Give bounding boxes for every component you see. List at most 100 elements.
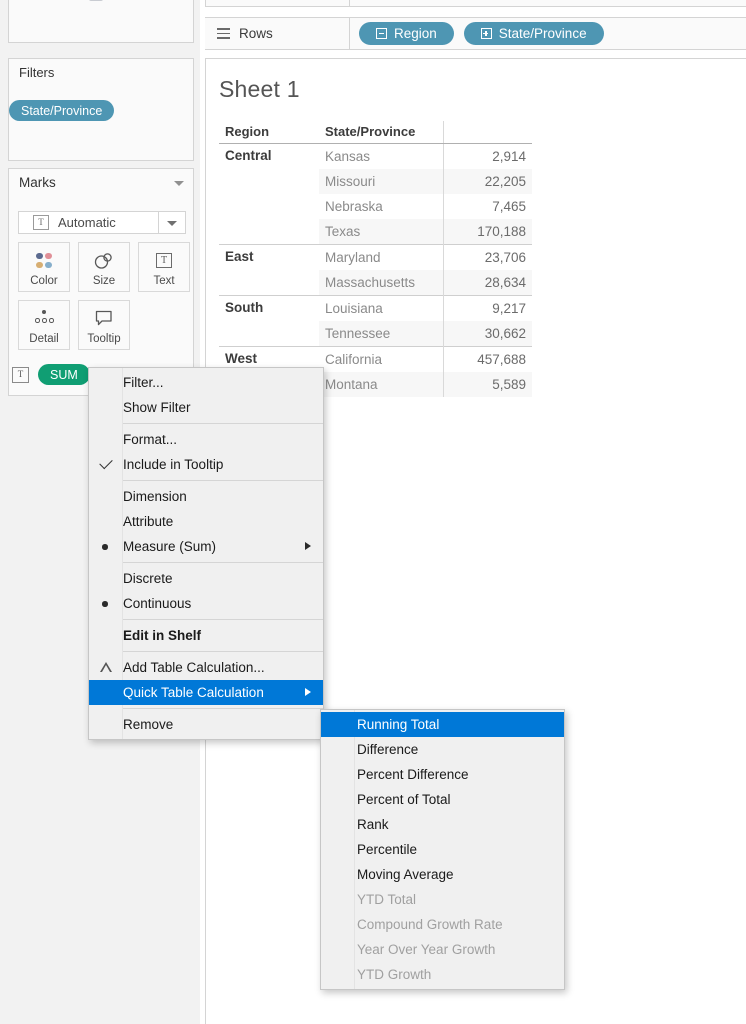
menu-separator [123,708,323,709]
rows-pill-state-province[interactable]: State/Province [463,22,604,45]
context-menu-item[interactable]: Show Filter [89,395,323,420]
cell-state-province[interactable]: California [319,346,444,372]
rows-pill-label: Region [394,26,437,41]
cell-region[interactable] [219,194,319,219]
submenu-item[interactable]: Moving Average [321,862,564,887]
cell-measure-value[interactable]: 5,589 [443,372,532,397]
plus-expander-icon[interactable] [480,28,492,39]
submenu-item[interactable]: Percentile [321,837,564,862]
tooltip-bubble-icon [94,308,114,328]
divider [158,212,159,233]
submenu-item: Year Over Year Growth [321,937,564,962]
cell-state-province[interactable]: Massachusetts [319,270,444,296]
context-menu-item[interactable]: Filter... [89,370,323,395]
column-header-measure[interactable] [443,121,532,144]
cell-measure-value[interactable]: 2,914 [443,143,532,169]
cell-state-province[interactable]: Kansas [319,143,444,169]
context-menu-item[interactable]: Dimension [89,484,323,509]
table-body: Central Kansas 2,914 Missouri 22,205 Nebraska… [219,143,532,397]
cell-region[interactable]: Central [219,143,319,169]
cell-state-province[interactable]: Maryland [319,244,444,270]
submenu-item[interactable]: Difference [321,737,564,762]
context-menu-item[interactable]: Discrete [89,566,323,591]
marks-card-pill-sum[interactable]: SUM [38,364,90,385]
submenu-item[interactable]: Running Total [321,712,564,737]
crosstab-table: Region State/Province Central Kansas 2,914… [219,121,532,397]
delta-triangle-icon [100,662,112,672]
cell-state-province[interactable]: Nebraska [319,194,444,219]
columns-shelf-label-stub [205,0,350,7]
submenu-item: YTD Growth [321,962,564,987]
column-header-state-province[interactable]: State/Province [319,121,444,144]
context-menu-item[interactable]: Measure (Sum) [89,534,323,559]
chevron-down-icon[interactable] [174,181,184,186]
context-menu-item[interactable]: Add Table Calculation... [89,655,323,680]
context-menu-item-label: Continuous [123,596,192,611]
cell-region[interactable] [219,219,319,245]
minus-expander-icon[interactable] [376,28,387,39]
marks-button-tooltip[interactable]: Tooltip [78,300,130,350]
rows-shelf[interactable]: Rows Region State/Province [205,17,746,50]
context-menu-item[interactable]: Quick Table Calculation [89,680,323,705]
cell-measure-value[interactable]: 22,205 [443,169,532,194]
rows-list-icon [217,27,230,39]
rows-pill-region[interactable]: Region [359,22,454,45]
cell-measure-value[interactable]: 30,662 [443,321,532,347]
marks-button-label: Tooltip [87,333,121,345]
cell-measure-value[interactable]: 170,188 [443,219,532,245]
context-menu-item[interactable]: Continuous [89,591,323,616]
table-row: Texas 170,188 [219,219,532,245]
submenu-item-label: Rank [357,817,389,832]
cell-region[interactable] [219,169,319,194]
marks-button-label: Color [30,275,58,287]
marks-button-size[interactable]: Size [78,242,130,292]
cell-state-province[interactable]: Texas [319,219,444,245]
cell-state-province[interactable]: Louisiana [319,295,444,321]
cell-region[interactable]: East [219,244,319,270]
cell-region[interactable] [219,321,319,347]
marks-button-detail[interactable]: Detail [18,300,70,350]
cell-measure-value[interactable]: 23,706 [443,244,532,270]
tableau-worksheet-window: Filters State/Province Marks T Automatic [0,0,746,1024]
submenu-item-label: Difference [357,742,419,757]
rows-pill-label: State/Province [498,26,587,41]
marks-card-header: Marks [9,169,193,199]
submenu-item[interactable]: Percent Difference [321,762,564,787]
table-row: South Louisiana 9,217 [219,295,532,321]
context-menu-item[interactable]: Include in Tooltip [89,452,323,477]
cell-region[interactable] [219,270,319,296]
marks-button-color[interactable]: Color [18,242,70,292]
cell-region[interactable]: South [219,295,319,321]
radio-dot-icon [102,544,108,550]
cell-state-province[interactable]: Tennessee [319,321,444,347]
menu-separator [123,423,323,424]
cell-measure-value[interactable]: 457,688 [443,346,532,372]
color-dots-icon [34,250,54,270]
cell-measure-value[interactable]: 7,465 [443,194,532,219]
context-menu-item[interactable]: Remove [89,712,323,737]
cell-measure-value[interactable]: 9,217 [443,295,532,321]
mark-type-dropdown[interactable]: T Automatic [18,211,186,234]
marks-card-pill-row: T SUM [12,364,90,385]
pages-card-stub [8,0,194,43]
marks-card-title: Marks [19,175,56,190]
column-header-region[interactable]: Region [219,121,319,144]
submenu-item[interactable]: Rank [321,812,564,837]
context-menu-item[interactable]: Attribute [89,509,323,534]
cell-measure-value[interactable]: 28,634 [443,270,532,296]
submenu-item-label: YTD Total [357,892,417,907]
filter-pill-state-province[interactable]: State/Province [9,100,115,121]
cell-state-province[interactable]: Missouri [319,169,444,194]
context-menu-item[interactable]: Format... [89,427,323,452]
cell-state-province[interactable]: Montana [319,372,444,397]
submenu-item[interactable]: Percent of Total [321,787,564,812]
context-menu-item[interactable]: Edit in Shelf [89,623,323,648]
context-menu-item-label: Show Filter [123,400,191,415]
marks-button-text[interactable]: T Text [138,242,190,292]
context-menu-item-label: Discrete [123,571,173,586]
filters-card-title: Filters [19,65,55,80]
marks-button-label: Text [153,275,175,287]
chevron-down-icon[interactable] [167,221,177,226]
submenu-arrow-icon [305,542,311,550]
detail-dots-icon [33,308,55,328]
